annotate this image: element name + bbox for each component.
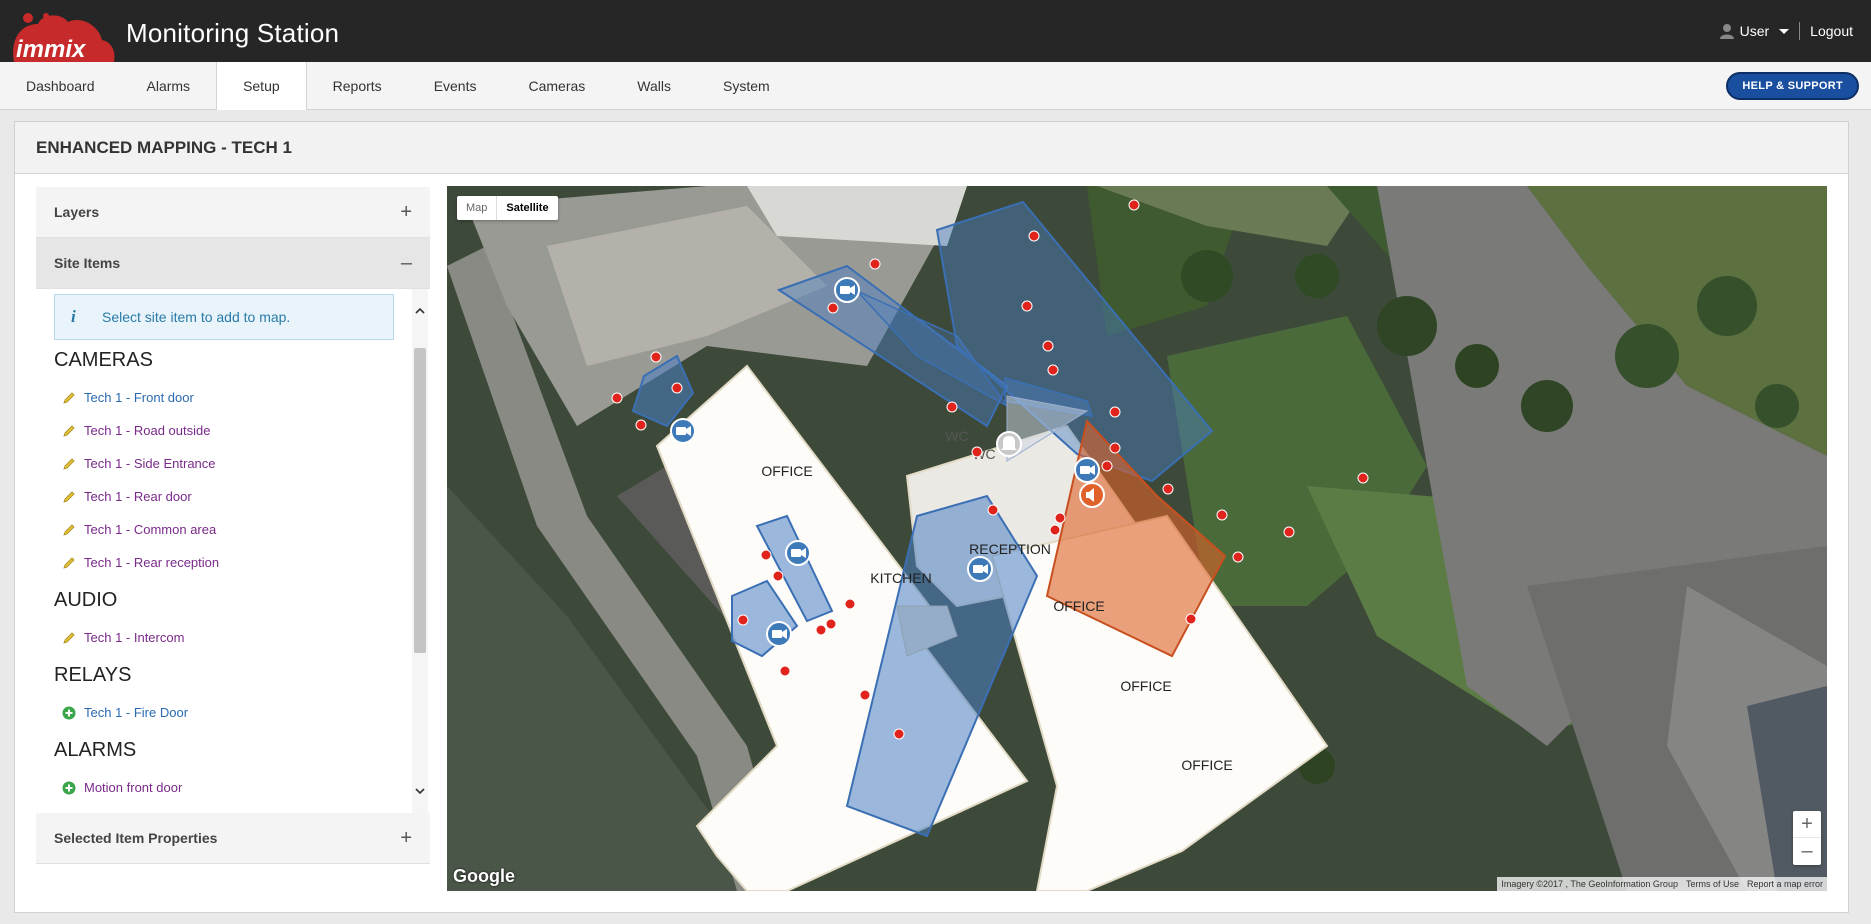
tab-cameras[interactable]: Cameras <box>503 62 612 110</box>
chevron-down-icon[interactable] <box>414 785 426 797</box>
list-item-relay[interactable]: Tech 1 - Fire Door <box>54 696 394 729</box>
zoom-out-button[interactable]: – <box>1793 838 1821 865</box>
room-label: OFFICE <box>1181 757 1233 773</box>
site-items-label: Site Items <box>54 255 121 271</box>
immix-logo[interactable]: immix <box>6 10 116 63</box>
pencil-icon <box>63 557 75 569</box>
pencil-icon <box>63 491 75 503</box>
list-item-audio[interactable]: Tech 1 - Intercom <box>54 621 394 654</box>
tab-reports[interactable]: Reports <box>307 62 408 110</box>
relays-heading: RELAYS <box>54 664 132 686</box>
plus-icon: + <box>400 827 412 849</box>
help-support-button[interactable]: HELP & SUPPORT <box>1726 72 1859 100</box>
map-attribution: Imagery ©2017 , The GeoInformation Group… <box>1497 877 1827 891</box>
audio-heading: AUDIO <box>54 589 118 611</box>
user-area: User Logout <box>1719 22 1853 40</box>
info-icon: i <box>71 307 76 326</box>
add-circle-icon <box>62 706 76 720</box>
satellite-view-button[interactable]: Satellite <box>497 196 557 220</box>
logout-link[interactable]: Logout <box>1810 23 1853 39</box>
sidebar: Layers + Site Items – i Select site item… <box>36 187 430 864</box>
map-type-control: Map Satellite <box>457 196 558 220</box>
main-panel: ENHANCED MAPPING - TECH 1 Layers + Site … <box>14 121 1849 913</box>
pencil-icon <box>63 425 75 437</box>
logo-text: immix <box>16 36 86 63</box>
page-title: ENHANCED MAPPING - TECH 1 <box>15 122 1848 174</box>
map-view-button[interactable]: Map <box>457 196 498 220</box>
user-icon <box>1719 24 1734 39</box>
info-message: i Select site item to add to map. <box>54 294 394 340</box>
tab-walls[interactable]: Walls <box>611 62 697 110</box>
room-label: RECEPTION <box>969 541 1051 557</box>
room-label: WC <box>945 428 969 444</box>
tab-setup[interactable]: Setup <box>216 62 307 110</box>
tab-system[interactable]: System <box>697 62 796 110</box>
site-map[interactable]: OFFICE KITCHEN RECEPTION OFFICE OFFICE O… <box>447 186 1827 891</box>
alarms-heading: ALARMS <box>54 739 137 761</box>
top-bar: immix Monitoring Station User Logout <box>0 0 1871 63</box>
room-label: OFFICE <box>761 463 813 479</box>
scrollbar-thumb[interactable] <box>414 348 426 653</box>
user-name: User <box>1739 23 1770 39</box>
user-menu[interactable]: User <box>1719 23 1790 39</box>
app-title: Monitoring Station <box>126 18 340 48</box>
pencil-icon <box>63 392 75 404</box>
terms-link[interactable]: Terms of Use <box>1686 877 1739 891</box>
nav-bar: Dashboard Alarms Setup Reports Events Ca… <box>0 62 1871 110</box>
list-item-camera[interactable]: Tech 1 - Rear reception <box>54 546 394 579</box>
list-item-alarm[interactable]: Motion front door <box>54 771 394 804</box>
caret-down-icon <box>1779 28 1790 34</box>
layers-label: Layers <box>54 204 100 220</box>
list-item-camera[interactable]: Tech 1 - Rear door <box>54 480 394 513</box>
zoom-in-button[interactable]: + <box>1793 811 1821 838</box>
room-label: OFFICE <box>1053 598 1105 614</box>
report-error-link[interactable]: Report a map error <box>1747 877 1823 891</box>
add-circle-icon <box>62 781 76 795</box>
pencil-icon <box>63 632 75 644</box>
imagery-credit: Imagery ©2017 , The GeoInformation Group <box>1501 879 1678 889</box>
satellite-imagery <box>447 186 1827 891</box>
chevron-up-icon[interactable] <box>414 305 426 317</box>
info-text: Select site item to add to map. <box>102 309 291 325</box>
list-item-camera[interactable]: Tech 1 - Road outside <box>54 414 394 447</box>
site-items-accordion-header[interactable]: Site Items – <box>36 238 430 289</box>
tab-alarms[interactable]: Alarms <box>121 62 217 110</box>
pencil-icon <box>63 458 75 470</box>
tab-events[interactable]: Events <box>408 62 503 110</box>
selected-item-properties-label: Selected Item Properties <box>54 830 218 846</box>
room-label: KITCHEN <box>870 570 932 586</box>
room-label: OFFICE <box>1120 678 1172 694</box>
selected-item-properties-header[interactable]: Selected Item Properties + <box>36 813 430 864</box>
minus-icon: – <box>400 252 412 274</box>
layers-accordion-header[interactable]: Layers + <box>36 187 430 238</box>
zoom-control: + – <box>1793 811 1821 865</box>
plus-icon: + <box>400 201 412 223</box>
cameras-heading: CAMERAS <box>54 349 153 371</box>
list-item-camera[interactable]: Tech 1 - Front door <box>54 381 394 414</box>
room-label: WC <box>972 446 996 462</box>
site-items-list[interactable]: i Select site item to add to map. CAMERA… <box>36 289 430 813</box>
list-item-camera[interactable]: Tech 1 - Side Entrance <box>54 447 394 480</box>
list-item-camera[interactable]: Tech 1 - Common area <box>54 513 394 546</box>
pencil-icon <box>63 524 75 536</box>
tab-dashboard[interactable]: Dashboard <box>0 62 121 110</box>
google-logo: Google <box>453 866 515 886</box>
divider <box>1799 22 1801 40</box>
